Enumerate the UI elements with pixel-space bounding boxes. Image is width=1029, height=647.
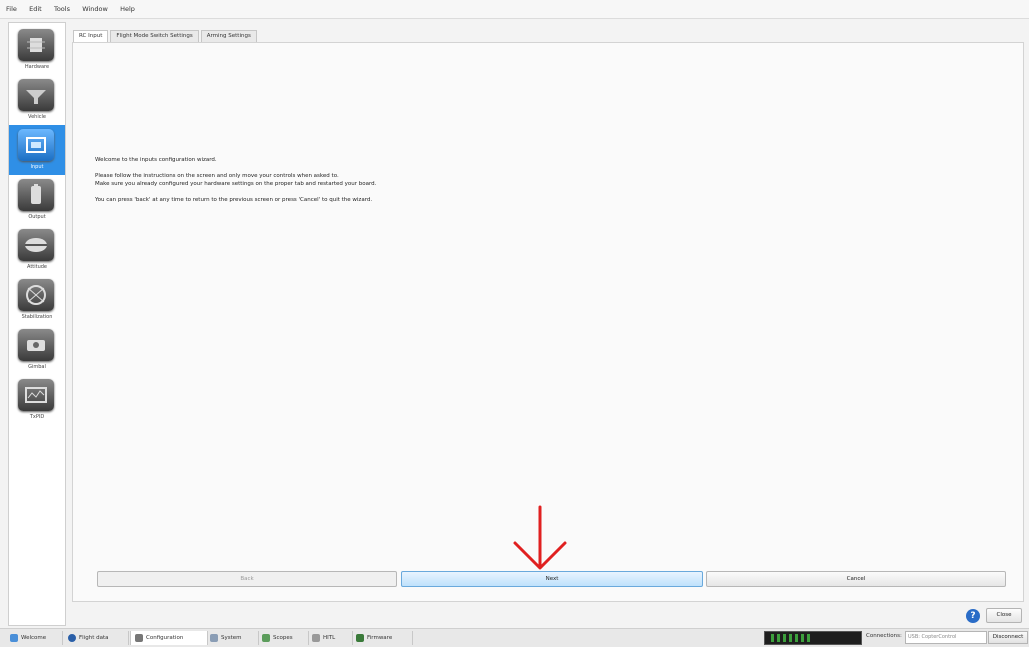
hitl-icon: [312, 633, 320, 642]
gimbal-icon: [18, 329, 54, 361]
close-button[interactable]: Close: [986, 608, 1022, 623]
sidebar-item-label: Vehicle: [28, 114, 46, 120]
sidebar-item-label: Hardware: [24, 64, 50, 70]
sidebar-item-txpid[interactable]: TxPID: [9, 375, 65, 425]
sidebar-item-attitude[interactable]: Attitude: [9, 225, 65, 275]
wizard-instructions-line-2: Make sure you already configured your ha…: [95, 181, 377, 187]
tab-flight-data[interactable]: Flight data: [64, 631, 129, 645]
tab-label: Welcome: [21, 635, 47, 641]
tab-label: Flight data: [79, 635, 109, 641]
tab-rc-input[interactable]: RC Input: [73, 30, 109, 42]
menu-tools[interactable]: Tools: [54, 5, 70, 13]
sidebar-item-label: Gimbal: [28, 364, 46, 370]
sidebar-item-hardware[interactable]: Hardware: [9, 25, 65, 75]
menu-help[interactable]: Help: [120, 5, 135, 13]
tab-label: Scopes: [273, 635, 293, 641]
next-button[interactable]: Next: [401, 571, 703, 587]
sidebar-item-label: Input: [30, 164, 44, 170]
globe-icon: [68, 633, 76, 642]
sidebar-item-gimbal[interactable]: Gimbal: [9, 325, 65, 375]
sidebar-item-stabilization[interactable]: Stabilization: [9, 275, 65, 325]
cancel-button[interactable]: Cancel: [706, 571, 1006, 587]
back-button[interactable]: Back: [97, 571, 397, 587]
tab-arming-settings[interactable]: Arming Settings: [200, 30, 257, 42]
welcome-icon: [10, 633, 18, 642]
menu-bar: File Edit Tools Window Help: [0, 0, 1029, 19]
attitude-icon: [18, 229, 54, 261]
connection-select[interactable]: USB: CopterControl: [905, 631, 987, 644]
tab-configuration[interactable]: Configuration: [130, 631, 208, 645]
menu-edit[interactable]: Edit: [29, 5, 42, 13]
red-arrow-annotation: [513, 505, 567, 570]
connections-label: Connections:: [866, 633, 902, 639]
menu-file[interactable]: File: [6, 5, 17, 13]
battery-output-icon: [18, 179, 54, 211]
vehicle-icon: [18, 79, 54, 111]
sidebar-item-label: TxPID: [29, 414, 45, 420]
menu-window[interactable]: Window: [82, 5, 108, 13]
txpid-icon: [18, 379, 54, 411]
tab-label: Firmware: [367, 635, 393, 641]
wrench-icon: [135, 633, 143, 642]
scope-icon: [262, 633, 270, 642]
wizard-welcome-text: Welcome to the inputs configuration wiza…: [95, 157, 217, 163]
tab-flight-mode-switch-settings[interactable]: Flight Mode Switch Settings: [110, 30, 199, 42]
tab-welcome[interactable]: Welcome: [6, 631, 63, 645]
tab-label: HITL: [323, 635, 336, 641]
system-icon: [210, 633, 218, 642]
config-sidebar: Hardware Vehicle Input Output Attitude S…: [8, 22, 66, 626]
tab-label: System: [221, 635, 242, 641]
tab-label: Configuration: [146, 635, 184, 641]
help-icon[interactable]: ?: [966, 609, 980, 623]
sidebar-item-output[interactable]: Output: [9, 175, 65, 225]
config-tabs: RC Input Flight Mode Switch Settings Armin…: [73, 30, 259, 42]
tab-system[interactable]: System: [206, 631, 259, 645]
chip-icon: [356, 633, 364, 642]
tab-hitl[interactable]: HITL: [308, 631, 353, 645]
transmitter-icon: [18, 129, 54, 161]
telemetry-meter: [764, 631, 862, 645]
wizard-instructions-line-3: You can press 'back' at any time to retu…: [95, 197, 373, 203]
stabilization-icon: [18, 279, 54, 311]
tab-firmware[interactable]: Firmware: [352, 631, 413, 645]
sidebar-item-label: Stabilization: [21, 314, 53, 320]
sidebar-item-vehicle[interactable]: Vehicle: [9, 75, 65, 125]
tab-scopes[interactable]: Scopes: [258, 631, 309, 645]
wizard-instructions-line-1: Please follow the instructions on the sc…: [95, 173, 339, 179]
disconnect-button[interactable]: Disconnect: [988, 631, 1028, 644]
chip-icon: [18, 29, 54, 61]
sidebar-item-label: Output: [28, 214, 46, 220]
sidebar-item-input[interactable]: Input: [9, 125, 65, 175]
sidebar-item-label: Attitude: [26, 264, 48, 270]
